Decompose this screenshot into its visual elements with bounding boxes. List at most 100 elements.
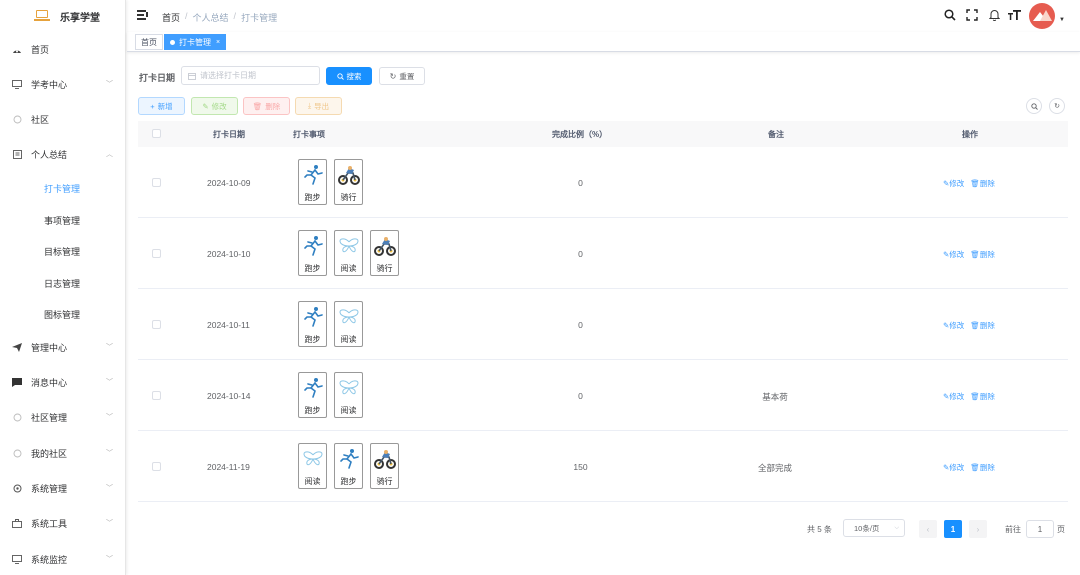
row-delete-link[interactable]: 🗑删除 bbox=[970, 249, 995, 260]
circle-icon bbox=[12, 448, 22, 458]
row-delete-link[interactable]: 🗑删除 bbox=[970, 462, 995, 473]
sidebar-item-home[interactable]: 首页 bbox=[0, 38, 126, 60]
row-actions: ✎修改 🗑删除 bbox=[943, 320, 995, 331]
sidebar-item-system-monitor[interactable]: 系统监控 ﹀ bbox=[0, 548, 126, 570]
sidebar-item-my-community[interactable]: 我的社区 ﹀ bbox=[0, 442, 126, 464]
monitor-icon bbox=[12, 79, 22, 89]
cell-ratio: 0 bbox=[578, 320, 583, 330]
sidebar-item-system-manage[interactable]: 系统管理 ﹀ bbox=[0, 477, 126, 499]
cell-ratio: 150 bbox=[573, 462, 588, 472]
chevron-down-icon: ⌵ bbox=[894, 524, 899, 531]
chevron-up-icon: ︿ bbox=[106, 151, 113, 158]
message-icon bbox=[12, 377, 22, 387]
hamburger-icon[interactable] bbox=[137, 10, 148, 20]
download-icon: ⤓ bbox=[307, 101, 312, 110]
plus-icon: + bbox=[150, 101, 155, 111]
font-size-icon[interactable] bbox=[1007, 8, 1021, 22]
date-picker-input[interactable]: 请选择打卡日期 bbox=[181, 66, 320, 85]
row-edit-link[interactable]: ✎修改 bbox=[943, 249, 964, 260]
search-icon[interactable] bbox=[943, 8, 957, 22]
delete-button[interactable]: 🗑 删除 bbox=[243, 97, 290, 115]
reset-button[interactable]: ↻ 重置 bbox=[379, 67, 425, 85]
header-remark: 备注 bbox=[768, 129, 784, 139]
sidebar-item-community[interactable]: 社区 bbox=[0, 108, 126, 130]
active-dot-icon bbox=[170, 39, 175, 45]
row-delete-link[interactable]: 🗑删除 bbox=[970, 391, 995, 402]
sidebar-item-personal[interactable]: 个人总结 ︿ bbox=[0, 143, 126, 165]
sidebar-subitem-0[interactable]: 打卡管理 bbox=[0, 178, 126, 198]
chevron-down-icon: ﹀ bbox=[106, 556, 113, 563]
breadcrumb-home[interactable]: 首页 bbox=[162, 11, 180, 24]
main-content: 打卡日期 请选择打卡日期 搜索 ↻ 重置 + 新增 ✎ 修改 🗑 删除 ⤓ 导出 ↻ 打… bbox=[127, 53, 1080, 575]
tags-view: 首页 打卡管理 × bbox=[127, 32, 1080, 52]
prev-page-button[interactable]: ‹ bbox=[919, 520, 937, 538]
row-edit-link[interactable]: ✎修改 bbox=[943, 320, 964, 331]
logo-icon bbox=[34, 10, 50, 22]
chevron-down-icon: ﹀ bbox=[106, 379, 113, 386]
refresh-button[interactable]: ↻ bbox=[1049, 98, 1065, 114]
refresh-icon: ↻ bbox=[389, 71, 397, 81]
tag-home[interactable]: 首页 bbox=[135, 34, 163, 50]
logo[interactable]: 乐享学堂 bbox=[0, 0, 125, 32]
edit-button[interactable]: ✎ 修改 bbox=[191, 97, 238, 115]
next-page-button[interactable]: › bbox=[969, 520, 987, 538]
select-all-checkbox[interactable] bbox=[152, 129, 161, 138]
avatar[interactable] bbox=[1029, 3, 1055, 29]
breadcrumb-personal: 个人总结 bbox=[192, 13, 229, 23]
search-icon bbox=[1030, 102, 1038, 110]
cell-remark: 基本荷 bbox=[762, 392, 788, 402]
chevron-down-icon: ﹀ bbox=[106, 344, 113, 351]
table-row: 2024-10-09 跑步 骑行 0 ✎修改 🗑删除 bbox=[138, 147, 1068, 218]
page-size-select[interactable]: 10条/页 ⌵ bbox=[843, 519, 905, 537]
goto-page-input[interactable]: 1 bbox=[1026, 520, 1054, 538]
table-row: 2024-11-19 阅读 跑步 骑行 150 全部完成 ✎修改 🗑删除 bbox=[138, 431, 1068, 502]
toggle-search-button[interactable] bbox=[1026, 98, 1042, 114]
row-edit-link[interactable]: ✎修改 bbox=[943, 462, 964, 473]
export-button[interactable]: ⤓ 导出 bbox=[295, 97, 342, 115]
row-actions: ✎修改 🗑删除 bbox=[943, 391, 995, 402]
row-delete-link[interactable]: 🗑删除 bbox=[970, 320, 995, 331]
trash-icon: 🗑 bbox=[252, 101, 263, 111]
sidebar-subitem-2[interactable]: 目标管理 bbox=[0, 241, 126, 261]
table-row: 2024-10-10 跑步 阅读 骑行 0 ✎修改 🗑删除 bbox=[138, 218, 1068, 289]
bell-icon[interactable] bbox=[987, 8, 1001, 22]
chevron-down-icon: ﹀ bbox=[106, 450, 113, 457]
row-delete-link[interactable]: 🗑删除 bbox=[970, 178, 995, 189]
chevron-down-icon: ﹀ bbox=[106, 414, 113, 421]
toolbox-icon bbox=[12, 518, 22, 528]
header-ratio: 完成比例（%） bbox=[552, 129, 608, 139]
cell-ratio: 0 bbox=[578, 391, 583, 401]
gear-icon bbox=[12, 483, 22, 493]
calendar-icon bbox=[188, 72, 196, 80]
sidebar-subitem-4[interactable]: 图标管理 bbox=[0, 304, 126, 324]
sidebar-subitem-3[interactable]: 日志管理 bbox=[0, 273, 126, 293]
search-button[interactable]: 搜索 bbox=[326, 67, 372, 85]
row-edit-link[interactable]: ✎修改 bbox=[943, 391, 964, 402]
sidebar-item-community-manage[interactable]: 社区管理 ﹀ bbox=[0, 406, 126, 428]
add-button[interactable]: + 新增 bbox=[138, 97, 185, 115]
sidebar-item-manage[interactable]: 管理中心 ﹀ bbox=[0, 336, 126, 358]
date-label: 打卡日期 bbox=[139, 73, 176, 83]
close-icon[interactable]: × bbox=[216, 39, 220, 46]
tag-checkin[interactable]: 打卡管理 × bbox=[164, 34, 227, 50]
header-date: 打卡日期 bbox=[213, 129, 245, 139]
pagination-total: 共 5 条 bbox=[807, 525, 832, 534]
navbar: 首页 / 个人总结 / 打卡管理 ▼ bbox=[127, 0, 1080, 32]
fullscreen-icon[interactable] bbox=[965, 8, 979, 22]
logo-text: 乐享学堂 bbox=[60, 12, 100, 24]
row-edit-link[interactable]: ✎修改 bbox=[943, 178, 964, 189]
table-row: 2024-10-14 跑步 阅读 0 基本荷 ✎修改 🗑删除 bbox=[138, 360, 1068, 431]
chevron-down-icon: ﹀ bbox=[106, 81, 113, 88]
goto-label: 前往 bbox=[1005, 525, 1021, 534]
page-1-button[interactable]: 1 bbox=[944, 520, 962, 538]
sidebar-item-study[interactable]: 学考中心 ﹀ bbox=[0, 73, 126, 95]
breadcrumb: 首页 / 个人总结 / 打卡管理 bbox=[162, 11, 278, 24]
chevron-down-icon: ﹀ bbox=[106, 520, 113, 527]
sidebar-item-system-tools[interactable]: 系统工具 ﹀ bbox=[0, 512, 126, 534]
table-row: 2024-10-11 跑步 阅读 0 ✎修改 🗑删除 bbox=[138, 289, 1068, 360]
send-icon bbox=[12, 342, 22, 352]
caret-down-icon[interactable]: ▼ bbox=[1059, 17, 1065, 23]
sidebar-item-message[interactable]: 消息中心 ﹀ bbox=[0, 371, 126, 393]
cell-remark: 全部完成 bbox=[757, 463, 792, 473]
sidebar-subitem-1[interactable]: 事项管理 bbox=[0, 210, 126, 230]
